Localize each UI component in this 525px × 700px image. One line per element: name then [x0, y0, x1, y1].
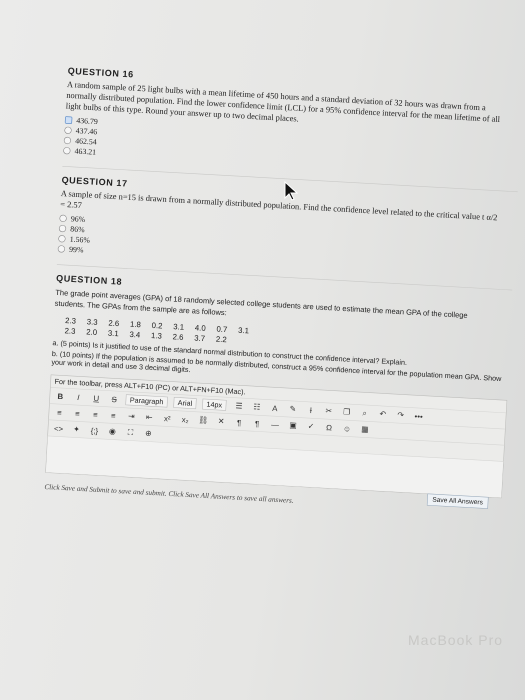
outdent-icon[interactable]: ⇤	[142, 412, 156, 422]
subscript-button[interactable]: x₂	[178, 414, 192, 424]
radio-button[interactable]	[59, 214, 67, 222]
option-label: 463.21	[74, 146, 97, 157]
search-icon[interactable]: ⌕	[358, 408, 372, 418]
braces-icon[interactable]: {;}	[88, 426, 102, 436]
gpa-value: 3.1	[107, 328, 119, 339]
font-select[interactable]: Arial	[173, 397, 197, 410]
spellcheck-icon[interactable]: ✓	[304, 421, 318, 431]
undo-icon[interactable]: ↶	[376, 409, 390, 419]
font-size-select[interactable]: 14px	[202, 398, 227, 411]
gpa-value: 2.3	[64, 326, 76, 336]
more-button[interactable]: •••	[412, 411, 426, 421]
gpa-value: 1.3	[150, 330, 163, 341]
horizontal-rule-icon[interactable]: —	[268, 419, 282, 429]
text-color-icon[interactable]: A	[268, 403, 282, 413]
add-content-icon[interactable]: ⊕	[142, 428, 156, 438]
fullscreen-icon[interactable]: ⛶	[124, 427, 138, 437]
gpa-value: 3.4	[129, 329, 141, 340]
screenshot-stage: QUESTION 16 A random sample of 25 light …	[0, 0, 525, 700]
option-label: 99%	[68, 244, 84, 255]
superscript-button[interactable]: x²	[160, 413, 174, 423]
code-icon[interactable]: <>	[52, 424, 66, 434]
gpa-value: 2.6	[172, 332, 184, 342]
accessibility-icon[interactable]: ✦	[70, 424, 84, 434]
numbered-list-icon[interactable]: ☷	[250, 402, 264, 412]
redo-icon[interactable]: ↷	[394, 410, 408, 420]
link-icon[interactable]: ⛓	[196, 415, 210, 425]
paragraph-mark-icon[interactable]: ¶	[232, 417, 246, 427]
radio-button[interactable]	[58, 234, 66, 243]
laptop-brand-label: MacBook Pro	[408, 632, 504, 648]
bold-button[interactable]: B	[54, 391, 68, 401]
italic-button[interactable]: I	[71, 392, 85, 402]
underline-button[interactable]: U	[89, 393, 103, 403]
indent-icon[interactable]: ⇥	[124, 411, 138, 421]
radio-button[interactable]	[64, 116, 73, 124]
align-center-icon[interactable]: ≡	[71, 408, 85, 418]
strikethrough-button[interactable]: S	[107, 394, 121, 404]
align-left-icon[interactable]: ≡	[53, 407, 67, 417]
radio-button[interactable]	[57, 244, 66, 253]
option-label: 96%	[70, 213, 86, 224]
radio-button[interactable]	[63, 146, 71, 155]
option-label: 462.54	[75, 135, 97, 147]
cut-icon[interactable]: ✂	[322, 406, 336, 416]
mouse-cursor-icon	[284, 180, 299, 201]
gpa-value: 3.7	[194, 333, 206, 343]
insert-image-icon[interactable]: ▣	[286, 420, 300, 430]
justify-icon[interactable]: ≡	[107, 410, 121, 420]
preview-icon[interactable]: ◉	[106, 426, 120, 436]
question-18: QUESTION 18 The grade point averages (GP…	[45, 273, 511, 499]
emoji-icon[interactable]: ☺	[340, 423, 354, 433]
question-16: QUESTION 16 A random sample of 25 light …	[63, 66, 523, 181]
gpa-value	[232, 335, 254, 346]
radio-button[interactable]	[64, 126, 72, 134]
gpa-value: 2.0	[85, 327, 98, 337]
radio-button[interactable]	[58, 224, 67, 233]
bullet-list-icon[interactable]: ☰	[232, 401, 246, 411]
quiz-page: QUESTION 16 A random sample of 25 light …	[44, 66, 523, 509]
omega-icon[interactable]: Ω	[322, 422, 336, 432]
clear-format-icon[interactable]: Ɨ	[304, 405, 318, 415]
option-label: 436.79	[76, 115, 99, 126]
highlight-icon[interactable]: ✎	[286, 404, 300, 414]
align-right-icon[interactable]: ≡	[89, 409, 103, 419]
unlink-icon[interactable]: ✕	[214, 416, 228, 426]
copy-icon[interactable]: ❐	[340, 407, 354, 417]
option-label: 86%	[70, 223, 85, 234]
rich-text-editor[interactable]: For the toolbar, press ALT+F10 (PC) or A…	[45, 374, 508, 499]
radio-button[interactable]	[63, 136, 72, 144]
paragraph-select[interactable]: Paragraph	[125, 394, 168, 408]
rtl-icon[interactable]: ¶	[250, 418, 264, 428]
option-label: 437.46	[75, 125, 98, 136]
gpa-value: 2.2	[215, 334, 228, 345]
table-icon[interactable]: ▦	[358, 424, 372, 434]
option-label: 1.56%	[69, 234, 91, 245]
